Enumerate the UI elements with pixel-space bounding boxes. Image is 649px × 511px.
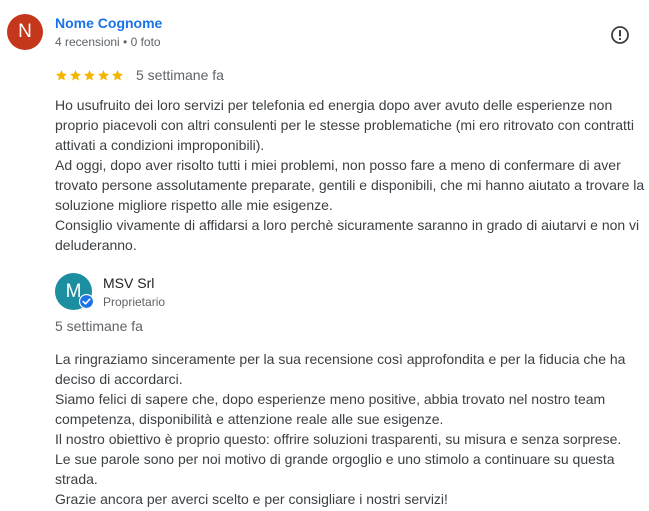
reviewer-name[interactable]: Nome Cognome <box>55 15 162 31</box>
star-rating <box>55 69 124 82</box>
reply-paragraph: Le sue parole sono per noi motivo di gra… <box>55 451 615 487</box>
review-header: N Nome Cognome 4 recensioni • 0 foto <box>7 13 637 53</box>
star-icon <box>111 69 124 80</box>
reply-paragraph: Grazie ancora per averci scelto e per co… <box>55 491 448 507</box>
reviewer-meta: 4 recensioni • 0 foto <box>55 35 161 49</box>
report-flag-icon[interactable] <box>610 25 630 45</box>
review-text: Ho usufruito dei loro servizi per telefo… <box>55 95 647 255</box>
reply-date: 5 settimane fa <box>55 318 143 334</box>
verified-check-icon <box>79 294 94 309</box>
owner-name: MSV Srl <box>103 275 155 291</box>
rating-row: 5 settimane fa <box>55 66 224 84</box>
reviewer-avatar[interactable]: N <box>7 14 43 50</box>
reply-paragraph: La ringraziamo sinceramente per la sua r… <box>55 351 626 387</box>
reply-paragraph: Il nostro obiettivo è proprio questo: of… <box>55 431 622 447</box>
star-icon <box>55 69 68 80</box>
owner-reply-text: La ringraziamo sinceramente per la sua r… <box>55 349 647 509</box>
star-icon <box>97 69 110 80</box>
review-paragraph: Ad oggi, dopo aver risolto tutti i miei … <box>55 157 645 213</box>
review-paragraph: Consiglio vivamente di affidarsi a loro … <box>55 217 640 253</box>
reply-paragraph: Siamo felici di sapere che, dopo esperie… <box>55 391 606 427</box>
owner-role: Proprietario <box>103 295 166 309</box>
review-paragraph: Ho usufruito dei loro servizi per telefo… <box>55 97 634 153</box>
review-date: 5 settimane fa <box>136 67 224 83</box>
star-icon <box>83 69 96 80</box>
star-icon <box>69 69 82 80</box>
